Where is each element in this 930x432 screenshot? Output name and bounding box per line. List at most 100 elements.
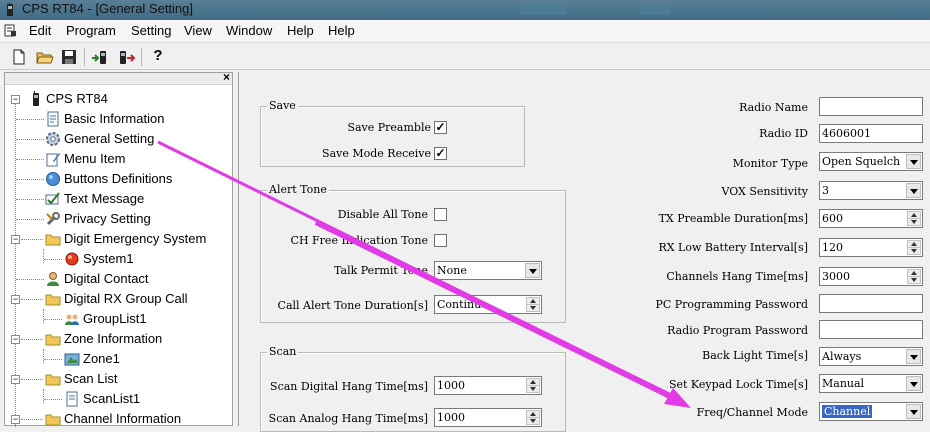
chevron-down-icon[interactable]: [906, 183, 921, 198]
rx-low-battery-interval-spinner[interactable]: 120: [819, 238, 923, 257]
talk-permit-tone-value: None: [437, 264, 467, 277]
scan-digital-hang-spinner[interactable]: 1000: [434, 376, 542, 395]
spin-down-icon[interactable]: [526, 385, 540, 393]
freq-channel-mode-label: Freq/Channel Mode: [696, 406, 808, 419]
toolbar: ?: [0, 42, 930, 70]
tree-connector: [21, 419, 43, 420]
tree-connector: [21, 379, 43, 380]
alert-tone-group-title: Alert Tone: [267, 183, 329, 196]
save-mode-receive-checkbox[interactable]: ✓: [434, 147, 447, 160]
save-preamble-checkbox[interactable]: ✓: [434, 121, 447, 134]
document-icon[interactable]: [4, 24, 17, 37]
window-title: CPS RT84 - [General Setting]: [22, 1, 194, 16]
menu-program[interactable]: Program: [66, 23, 116, 38]
document-icon: [66, 391, 78, 407]
tree-connector: [44, 399, 62, 400]
folder-icon: [45, 234, 61, 246]
channels-hang-time-value: 3000: [822, 270, 850, 283]
radio-program-password-label: Radio Program Password: [667, 324, 808, 337]
open-folder-icon[interactable]: [35, 47, 55, 67]
contact-person-icon: [47, 272, 59, 286]
scan-analog-hang-spinner[interactable]: 1000: [434, 408, 542, 427]
chevron-down-icon[interactable]: [906, 404, 921, 419]
back-light-time-select[interactable]: Always: [819, 347, 923, 366]
menu-setting[interactable]: Setting: [131, 23, 171, 38]
spin-down-icon[interactable]: [907, 276, 921, 284]
gear-icon: [46, 132, 60, 146]
call-alert-duration-value: Continue: [437, 298, 488, 311]
menu-help[interactable]: Help: [287, 23, 314, 38]
folder-icon: [45, 374, 61, 386]
tx-preamble-duration-label: TX Preamble Duration[ms]: [658, 212, 808, 225]
menu-edit-icon: [46, 153, 60, 167]
save-disk-icon[interactable]: [59, 47, 79, 67]
folder-icon: [45, 334, 61, 346]
group-users-icon: [65, 314, 79, 325]
chevron-down-icon[interactable]: [525, 263, 540, 278]
radio-id-field[interactable]: 4606001: [819, 124, 923, 143]
scan-digital-hang-label: Scan Digital Hang Time[ms]: [270, 380, 428, 393]
radio-id-label: Radio ID: [759, 127, 808, 140]
tree-connector: [43, 349, 44, 363]
tx-preamble-duration-spinner[interactable]: 600: [819, 209, 923, 228]
alarm-light-icon: [65, 252, 79, 266]
disable-all-tone-label: Disable All Tone: [337, 208, 428, 221]
set-keypad-lock-time-select[interactable]: Manual: [819, 374, 923, 393]
expand-toggle-scan[interactable]: −: [11, 375, 20, 384]
disable-all-tone-checkbox[interactable]: [434, 208, 447, 221]
background-window-fragment: [520, 4, 566, 15]
root-collapse-toggle[interactable]: −: [11, 95, 20, 104]
tree-connector: [16, 179, 44, 180]
vox-sensitivity-select[interactable]: 3: [819, 181, 923, 200]
vox-sensitivity-label: VOX Sensitivity: [721, 185, 808, 198]
save-preamble-label: Save Preamble: [347, 121, 431, 134]
expand-toggle-zone[interactable]: −: [11, 335, 20, 344]
expand-toggle-channel[interactable]: −: [11, 415, 20, 424]
app-icon: [7, 3, 13, 16]
chevron-down-icon[interactable]: [906, 154, 921, 169]
channels-hang-time-spinner[interactable]: 3000: [819, 267, 923, 286]
scan-digital-hang-value: 1000: [437, 379, 465, 392]
radio-device-icon: [33, 91, 39, 106]
call-alert-duration-label: Call Alert Tone Duration[s]: [277, 299, 428, 312]
expand-toggle-rx-group[interactable]: −: [11, 295, 20, 304]
write-radio-icon[interactable]: [116, 47, 136, 67]
navigation-tree-panel: × − CPS RT84 Basic Information General S…: [4, 70, 233, 427]
rx-low-battery-interval-label: RX Low Battery Interval[s]: [658, 241, 808, 254]
folder-icon: [45, 294, 61, 306]
chevron-down-icon[interactable]: [906, 376, 921, 391]
read-radio-icon[interactable]: [90, 47, 110, 67]
pc-programming-password-field[interactable]: [819, 294, 923, 313]
expand-toggle-digit-emergency[interactable]: −: [11, 235, 20, 244]
new-file-icon[interactable]: [9, 47, 29, 67]
help-icon[interactable]: ?: [148, 47, 168, 67]
tx-preamble-duration-value: 600: [822, 212, 843, 225]
spin-down-icon[interactable]: [526, 304, 540, 312]
talk-permit-tone-select[interactable]: None: [434, 261, 542, 280]
title-bar: CPS RT84 - [General Setting]: [0, 0, 930, 20]
menu-edit[interactable]: Edit: [29, 23, 51, 38]
channels-hang-time-label: Channels Hang Time[ms]: [666, 270, 808, 283]
spin-down-icon[interactable]: [907, 218, 921, 226]
tree-connector: [21, 239, 43, 240]
monitor-type-select[interactable]: Open Squelch: [819, 152, 923, 171]
menu-help-2[interactable]: Help: [328, 23, 355, 38]
message-check-icon: [45, 192, 60, 205]
monitor-type-value: Open Squelch: [822, 155, 901, 168]
ch-free-indication-checkbox[interactable]: [434, 234, 447, 247]
freq-channel-mode-select[interactable]: Channel: [819, 402, 923, 421]
chevron-down-icon[interactable]: [906, 349, 921, 364]
call-alert-duration-spinner[interactable]: Continue: [434, 295, 542, 314]
set-keypad-lock-time-label: Set Keypad Lock Time[s]: [668, 378, 808, 391]
tree-connector: [43, 389, 44, 403]
radio-program-password-field[interactable]: [819, 320, 923, 339]
radio-name-field[interactable]: [819, 97, 923, 116]
spin-down-icon[interactable]: [907, 247, 921, 255]
tree-connector: [44, 319, 62, 320]
tree-connector: [16, 159, 44, 160]
back-light-time-label: Back Light Time[s]: [702, 349, 808, 362]
spin-down-icon[interactable]: [526, 417, 540, 425]
menu-view[interactable]: View: [184, 23, 212, 38]
close-panel-icon[interactable]: ×: [223, 70, 230, 84]
menu-window[interactable]: Window: [226, 23, 272, 38]
